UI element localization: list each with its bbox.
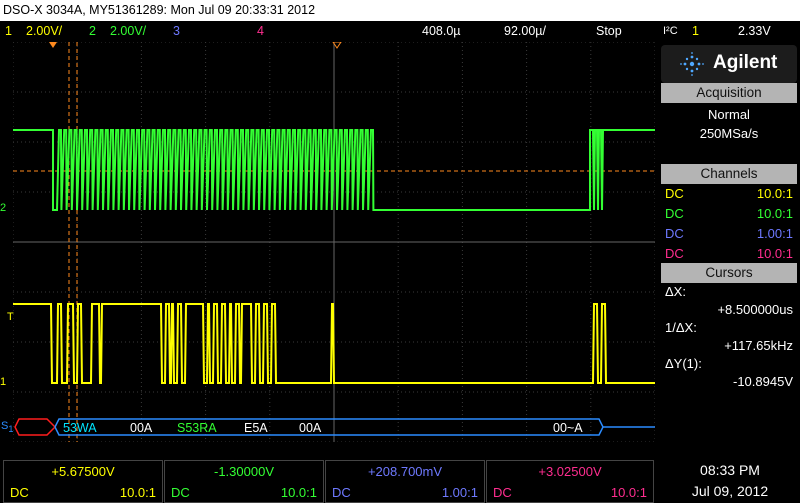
trigger-level-marker[interactable]: T — [7, 311, 14, 323]
channel-row-3[interactable]: DC 1.00:1 — [661, 224, 797, 244]
ch2-number[interactable]: 2 — [89, 21, 96, 41]
channels-section[interactable]: Channels DC 10.0:1 DC 10.0:1 DC 1.00:1 DC 10… — [661, 164, 797, 264]
time-delay[interactable]: 408.0µ — [422, 21, 460, 41]
ch3-offset: +208.700mV — [367, 464, 443, 479]
waveform-display[interactable]: 53WA 00A S53RA E5A 00A 00~A — [13, 42, 655, 442]
ch2-coupling: DC — [665, 206, 684, 221]
ch4-readout-coupling: DC — [493, 485, 512, 500]
ch3-readout-probe: 1.00:1 — [441, 485, 478, 500]
ch1-probe: 10.0:1 — [756, 186, 793, 201]
acquisition-heading: Acquisition — [661, 83, 797, 103]
status-bar: 1 2.00V/ 2 2.00V/ 3 4 408.0µ 92.00µ/ Sto… — [0, 21, 800, 41]
decode-label-1: 53WA — [63, 421, 97, 435]
ch3-readout-box[interactable]: +208.700mV DC 1.00:1 — [325, 460, 485, 503]
acquisition-rate: 250MSa/s — [699, 126, 759, 141]
channels-heading: Channels — [661, 164, 797, 184]
decode-label-3: S53RA — [177, 421, 217, 435]
ch3-probe: 1.00:1 — [756, 226, 793, 241]
clock-time: 08:33 PM — [700, 462, 760, 478]
decode-label-5: 00A — [299, 421, 322, 435]
agilent-logo: Agilent — [661, 45, 797, 83]
serial-marker-number: 1 — [8, 424, 14, 435]
ch1-waveform — [13, 303, 655, 384]
serial-bus-marker[interactable]: S1 — [1, 420, 13, 434]
agilent-spark-icon — [680, 52, 704, 76]
ch2-ground-marker[interactable]: 2 — [0, 202, 6, 214]
ch1-readout-coupling: DC — [10, 485, 29, 500]
oscilloscope-screen: DSO-X 3034A, MY51361289: Mon Jul 09 20:3… — [0, 0, 800, 503]
ch4-readout-probe: 10.0:1 — [610, 485, 647, 500]
acquisition-mode: Normal — [708, 107, 750, 122]
ch1-offset: +5.67500V — [51, 464, 115, 479]
ch1-coupling: DC — [665, 186, 684, 201]
run-state[interactable]: Stop — [596, 21, 622, 41]
ch4-coupling: DC — [665, 246, 684, 261]
ch1-trace — [13, 303, 655, 384]
agilent-logo-text: Agilent — [713, 52, 778, 73]
delta-x-value: +8.500000us — [717, 302, 793, 317]
cursor-marker-top[interactable] — [49, 42, 57, 48]
inverse-delta-x-label: 1/ΔX: — [665, 320, 697, 335]
inverse-delta-x-value: +117.65kHz — [724, 338, 793, 353]
channel-row-4[interactable]: DC 10.0:1 — [661, 244, 797, 264]
title-bar: DSO-X 3034A, MY51361289: Mon Jul 09 20:3… — [0, 0, 800, 21]
ch1-readout-probe: 10.0:1 — [119, 485, 156, 500]
side-panel: Agilent Acquisition Normal 250MSa/s Chan… — [658, 42, 800, 442]
clock-date: Jul 09, 2012 — [691, 483, 769, 499]
ch2-scale[interactable]: 2.00V/ — [110, 21, 146, 41]
ch3-coupling: DC — [665, 226, 684, 241]
decode-label-4: E5A — [244, 421, 268, 435]
ch3-readout-coupling: DC — [332, 485, 351, 500]
delta-y-value: -10.8945V — [733, 374, 793, 389]
ch4-offset: +3.02500V — [538, 464, 602, 479]
ch1-number[interactable]: 1 — [5, 21, 12, 41]
trigger-source[interactable]: 1 — [692, 21, 699, 41]
ch1-scale[interactable]: 2.00V/ — [26, 21, 62, 41]
clock: 08:33 PM Jul 09, 2012 — [660, 460, 800, 501]
ch1-ground-marker[interactable]: 1 — [0, 376, 6, 388]
channel-row-1[interactable]: DC 10.0:1 — [661, 184, 797, 204]
time-scale[interactable]: 92.00µ/ — [504, 21, 546, 41]
serial-error-marker — [14, 418, 57, 436]
trigger-level[interactable]: 2.33V — [738, 21, 771, 41]
ch4-probe: 10.0:1 — [756, 246, 793, 261]
window-title: DSO-X 3034A, MY51361289: Mon Jul 09 20:3… — [3, 3, 316, 17]
acquisition-section[interactable]: Acquisition Normal 250MSa/s — [661, 83, 797, 147]
delta-x-label: ΔX: — [665, 284, 686, 299]
ch2-readout-coupling: DC — [171, 485, 190, 500]
ch2-offset: -1.30000V — [214, 464, 274, 479]
ch3-number[interactable]: 3 — [173, 21, 180, 41]
decode-label-6: 00~A — [553, 421, 583, 435]
delta-y-label: ΔY(1): — [665, 356, 702, 371]
ch4-number[interactable]: 4 — [257, 21, 264, 41]
ch2-probe: 10.0:1 — [756, 206, 793, 221]
trigger-type[interactable]: I²C — [663, 21, 678, 41]
ch1-readout-box[interactable]: +5.67500V DC 10.0:1 — [3, 460, 163, 503]
ch2-readout-box[interactable]: -1.30000V DC 10.0:1 — [164, 460, 324, 503]
ch4-readout-box[interactable]: +3.02500V DC 10.0:1 — [486, 460, 654, 503]
cursors-heading: Cursors — [661, 263, 797, 283]
ch2-readout-probe: 10.0:1 — [280, 485, 317, 500]
cursors-section[interactable]: Cursors ΔX: +8.500000us 1/ΔX: +117.65kHz… — [661, 263, 797, 394]
channel-row-2[interactable]: DC 10.0:1 — [661, 204, 797, 224]
decode-label-2: 00A — [130, 421, 153, 435]
